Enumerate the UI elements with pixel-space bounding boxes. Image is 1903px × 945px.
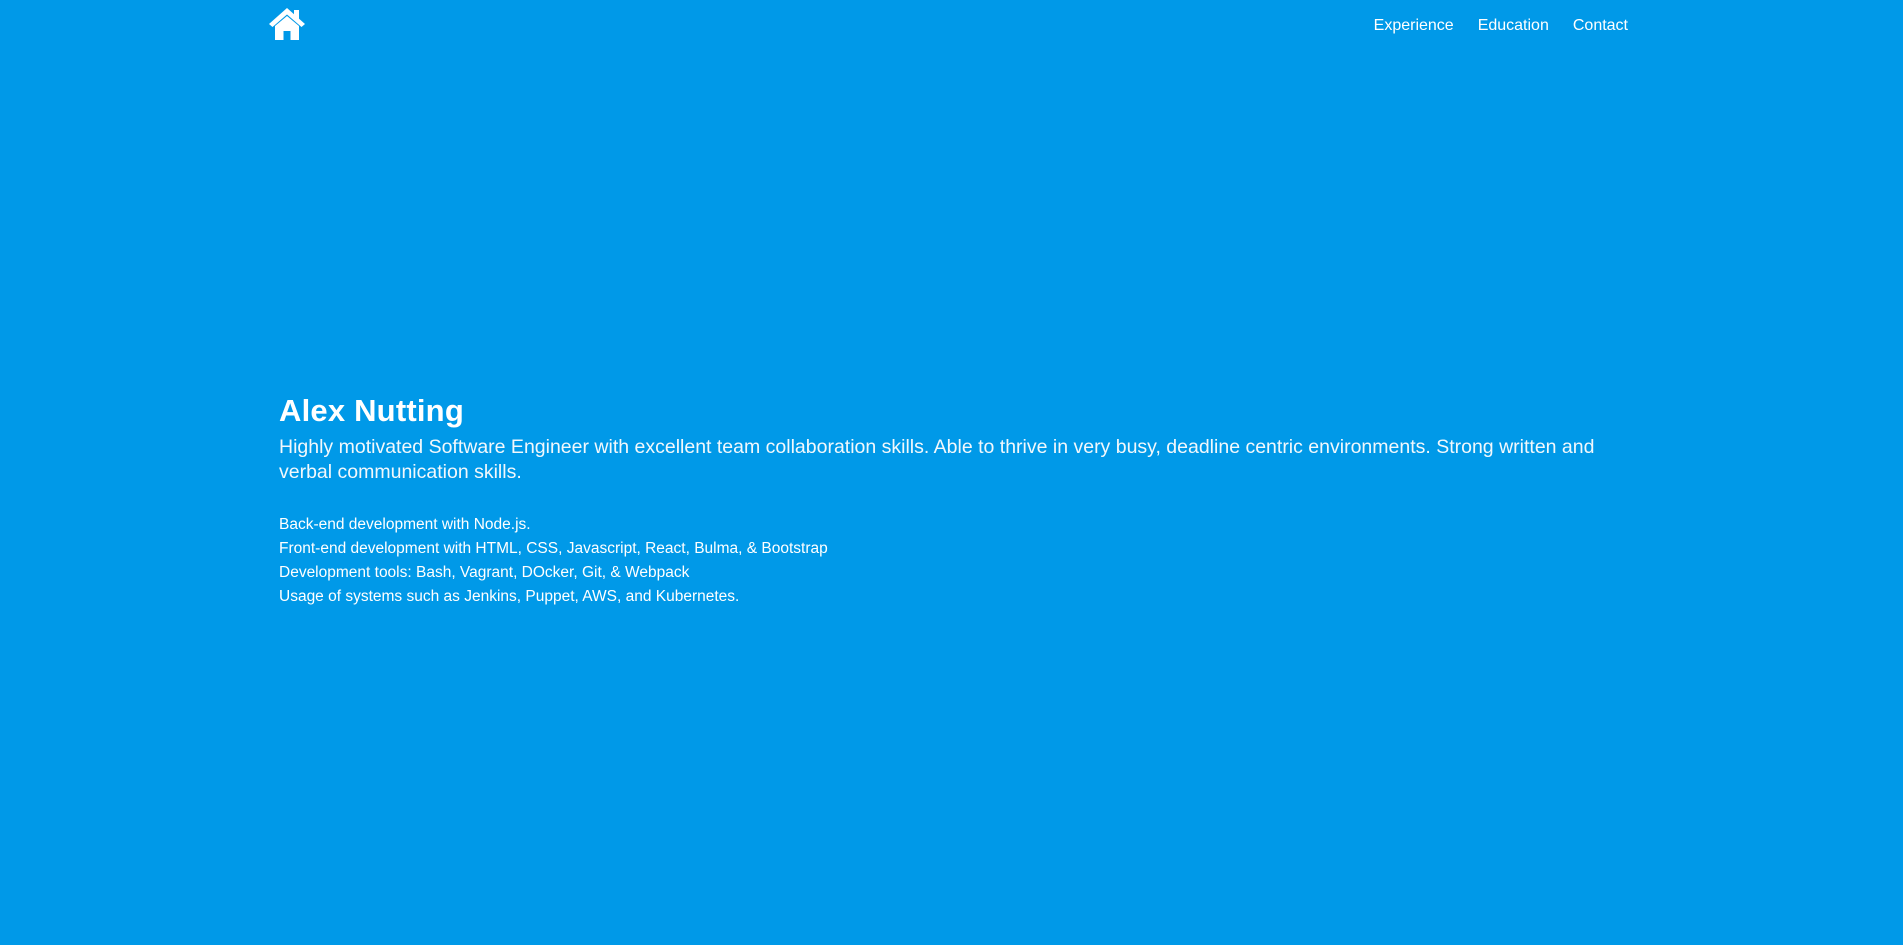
hero-subtitle: Highly motivated Software Engineer with … bbox=[279, 436, 1595, 484]
navbar: Experience Education Contact bbox=[0, 0, 1903, 52]
skills-list: Back-end development with Node.js. Front… bbox=[279, 513, 1629, 609]
nav-item-contact[interactable]: Contact bbox=[1573, 18, 1628, 34]
nav-item-experience[interactable]: Experience bbox=[1374, 18, 1454, 34]
nav-item-education[interactable]: Education bbox=[1478, 18, 1549, 34]
skill-item-systems: Usage of systems such as Jenkins, Puppet… bbox=[279, 588, 740, 606]
skill-item-tools: Development tools: Bash, Vagrant, DOcker… bbox=[279, 564, 690, 582]
skill-item-backend: Back-end development with Node.js. bbox=[279, 516, 531, 534]
home-link[interactable] bbox=[268, 7, 308, 43]
home-icon bbox=[268, 7, 308, 41]
hero-section: Alex Nutting Highly motivated Software E… bbox=[279, 392, 1629, 609]
nav-menu: Experience Education Contact bbox=[1374, 0, 1628, 52]
page-title: Alex Nutting bbox=[279, 393, 464, 428]
skill-item-frontend: Front-end development with HTML, CSS, Ja… bbox=[279, 540, 828, 558]
